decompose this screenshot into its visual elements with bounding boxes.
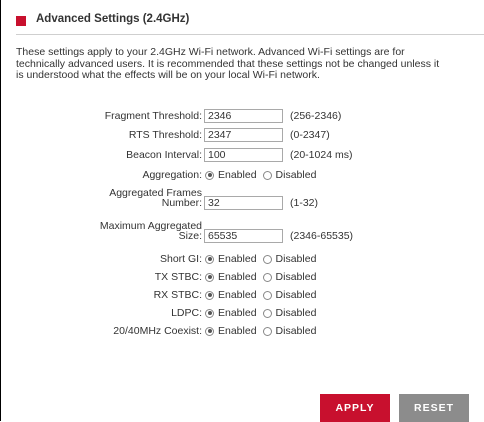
- max-aggregated-size-row: Maximum Aggregated Size: (2346-65535): [0, 221, 484, 245]
- radio-label: Enabled: [218, 253, 257, 265]
- description-line: These settings apply to your 2.4GHz Wi-F…: [16, 47, 405, 58]
- short-gi-enabled-radio[interactable]: [205, 254, 214, 264]
- ldpc-row: LDPC: Enabled Disabled: [0, 306, 484, 322]
- radio-label: Enabled: [218, 289, 257, 301]
- tx-stbc-radio-group: Enabled Disabled: [205, 271, 322, 283]
- radio-label: Disabled: [275, 307, 317, 319]
- radio-label: Enabled: [218, 169, 257, 181]
- ldpc-enabled-radio[interactable]: [205, 308, 214, 318]
- short-gi-radio-group: Enabled Disabled: [205, 253, 322, 265]
- rts-threshold-label: RTS Threshold:: [128, 129, 202, 141]
- rx-stbc-label: RX STBC:: [153, 289, 202, 301]
- max-aggregated-size-range: (2346-65535): [290, 230, 354, 242]
- rts-threshold-range: (0-2347): [290, 129, 330, 141]
- rx-stbc-radio-group: Enabled Disabled: [205, 289, 322, 301]
- short-gi-row: Short GI: Enabled Disabled: [0, 252, 484, 268]
- radio-label: Disabled: [275, 271, 317, 283]
- aggregation-radio-group: Enabled Disabled: [205, 169, 322, 181]
- fragment-threshold-row: Fragment Threshold: (256-2346): [0, 109, 484, 125]
- aggregated-frames-input[interactable]: [204, 196, 283, 210]
- ldpc-radio-group: Enabled Disabled: [205, 307, 322, 319]
- description-line: is understood what the effects will be o…: [16, 69, 320, 81]
- radio-label: Enabled: [218, 271, 257, 283]
- coexist-disabled-radio[interactable]: [262, 326, 272, 336]
- coexist-row: 20/40MHz Coexist: Enabled Disabled: [0, 324, 484, 340]
- max-aggregated-size-label: Maximum Aggregated Size:: [100, 221, 202, 242]
- radio-label: Disabled: [275, 169, 317, 181]
- label-line: Size:: [178, 230, 202, 242]
- ldpc-disabled-radio[interactable]: [262, 308, 272, 318]
- section-header: Advanced Settings (2.4GHz): [16, 13, 484, 36]
- divider: [16, 34, 484, 35]
- aggregated-frames-label: Aggregated Frames Number:: [109, 188, 202, 209]
- radio-label: Disabled: [275, 253, 317, 265]
- rts-threshold-input[interactable]: [204, 128, 283, 142]
- short-gi-disabled-radio[interactable]: [262, 254, 272, 264]
- aggregated-frames-range: (1-32): [290, 197, 319, 209]
- coexist-radio-group: Enabled Disabled: [205, 325, 322, 337]
- rx-stbc-disabled-radio[interactable]: [262, 290, 272, 300]
- short-gi-label: Short GI:: [159, 253, 202, 265]
- apply-button[interactable]: APPLY: [320, 394, 390, 422]
- label-line: Number:: [161, 197, 202, 209]
- beacon-interval-label: Beacon Interval:: [126, 149, 202, 161]
- fragment-threshold-label: Fragment Threshold:: [104, 110, 202, 122]
- tx-stbc-label: TX STBC:: [154, 271, 202, 283]
- beacon-interval-range: (20-1024 ms): [290, 149, 353, 161]
- coexist-label: 20/40MHz Coexist:: [113, 325, 202, 337]
- section-marker-icon: [16, 16, 26, 26]
- fragment-threshold-input[interactable]: [204, 109, 283, 123]
- radio-label: Disabled: [275, 325, 317, 337]
- rts-threshold-row: RTS Threshold: (0-2347): [0, 128, 484, 144]
- aggregation-disabled-radio[interactable]: [262, 170, 272, 180]
- radio-label: Enabled: [218, 307, 257, 319]
- tx-stbc-enabled-radio[interactable]: [205, 272, 214, 282]
- max-aggregated-size-input[interactable]: [204, 229, 283, 243]
- aggregation-label: Aggregation:: [142, 169, 202, 181]
- ldpc-label: LDPC:: [171, 307, 202, 319]
- beacon-interval-row: Beacon Interval: (20-1024 ms): [0, 148, 484, 164]
- tx-stbc-disabled-radio[interactable]: [262, 272, 272, 282]
- aggregation-row: Aggregation: Enabled Disabled: [0, 168, 484, 184]
- radio-label: Disabled: [275, 289, 317, 301]
- rx-stbc-enabled-radio[interactable]: [205, 290, 214, 300]
- coexist-enabled-radio[interactable]: [205, 326, 214, 336]
- tx-stbc-row: TX STBC: Enabled Disabled: [0, 270, 484, 286]
- aggregation-enabled-radio[interactable]: [205, 170, 214, 180]
- aggregated-frames-row: Aggregated Frames Number: (1-32): [0, 188, 484, 212]
- description-text: These settings apply to your 2.4GHz Wi-F…: [16, 47, 484, 82]
- radio-label: Enabled: [218, 325, 257, 337]
- rx-stbc-row: RX STBC: Enabled Disabled: [0, 288, 484, 304]
- fragment-threshold-range: (256-2346): [290, 110, 342, 122]
- page-title: Advanced Settings (2.4GHz): [36, 13, 190, 25]
- beacon-interval-input[interactable]: [204, 148, 283, 162]
- reset-button[interactable]: RESET: [399, 394, 469, 422]
